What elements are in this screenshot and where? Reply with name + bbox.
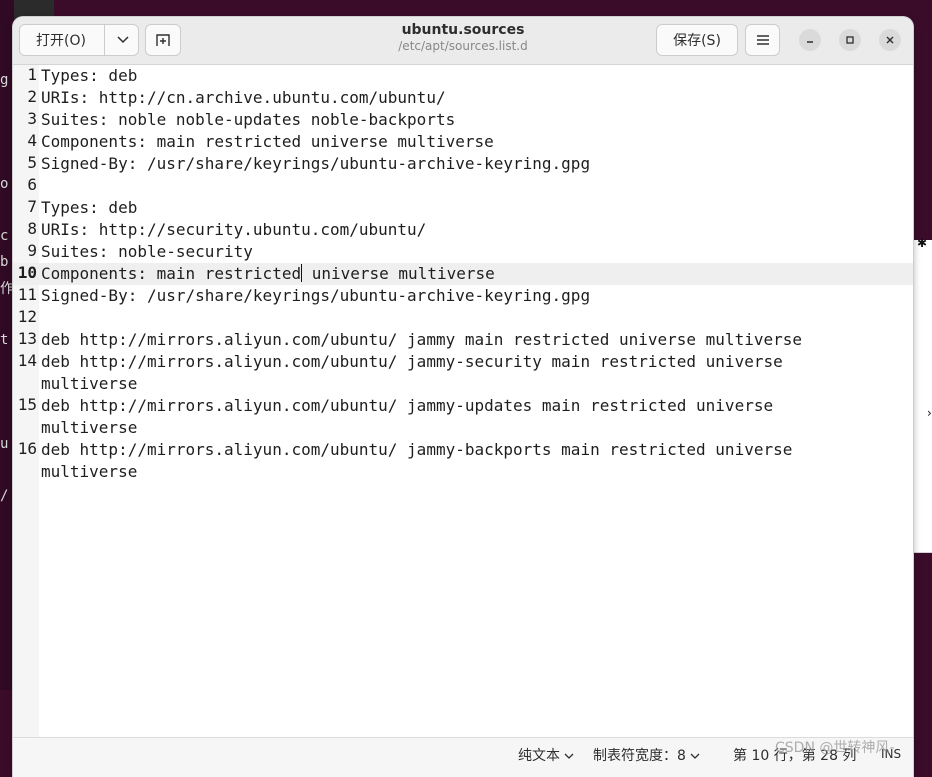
new-tab-button[interactable]	[145, 24, 181, 56]
text-editor-window: 打开(O) ubuntu.sources /etc/apt/sources.li…	[13, 17, 913, 777]
close-icon	[886, 36, 894, 44]
new-tab-icon	[156, 34, 170, 46]
editor-line[interactable]: 13 deb http://mirrors.aliyun.com/ubuntu/ …	[13, 329, 913, 351]
editor-line[interactable]: 7 Types: deb	[13, 197, 913, 219]
line-text[interactable]: Suites: noble noble-updates noble-backpo…	[41, 109, 861, 131]
terminal-fragment: u	[0, 436, 9, 452]
editor-line[interactable]: 14 deb http://mirrors.aliyun.com/ubuntu/ …	[13, 351, 913, 395]
editor-line[interactable]: 4 Components: main restricted universe mu…	[13, 131, 913, 153]
text-editor-area[interactable]: 1 Types: deb 2 URIs: http://cn.archive.ubun…	[13, 65, 913, 737]
editor-line[interactable]: 8 URIs: http://security.ubuntu.com/ubuntu…	[13, 219, 913, 241]
line-text[interactable]: URIs: http://cn.archive.ubuntu.com/ubunt…	[41, 87, 861, 109]
line-text[interactable]: deb http://mirrors.aliyun.com/ubuntu/ ja…	[41, 351, 861, 395]
line-number: 13	[17, 329, 37, 348]
document-lines[interactable]: 1 Types: deb 2 URIs: http://cn.archive.ubun…	[13, 65, 913, 483]
tab-width-selector[interactable]: 制表符宽度：8	[593, 745, 700, 765]
line-number: 7	[27, 197, 37, 216]
tab-width-label: 制表符宽度：8	[593, 748, 686, 764]
line-text[interactable]: Components: main restricted universe mul…	[41, 131, 861, 153]
document-title: ubuntu.sources	[401, 22, 525, 38]
editor-line[interactable]: 5 Signed-By: /usr/share/keyrings/ubuntu-a…	[13, 153, 913, 175]
maximize-button[interactable]	[839, 29, 861, 51]
minimize-icon	[807, 41, 813, 43]
language-label: 纯文本	[518, 748, 560, 764]
line-text[interactable]: Signed-By: /usr/share/keyrings/ubuntu-ar…	[41, 285, 861, 307]
window-title-block: ubuntu.sources /etc/apt/sources.list.d	[343, 21, 583, 54]
line-number: 14	[17, 351, 37, 370]
save-button[interactable]: 保存(S)	[656, 24, 738, 56]
terminal-fragment: 作	[0, 281, 14, 297]
chevron-down-icon	[564, 753, 574, 759]
hamburger-menu-icon	[756, 35, 769, 45]
editor-line[interactable]: 10 Components: main restricted universe m…	[13, 263, 913, 285]
line-number: 12	[17, 307, 37, 326]
line-number: 15	[17, 395, 37, 414]
line-number: 11	[17, 285, 37, 304]
line-number: 1	[27, 65, 37, 84]
headerbar: 打开(O) ubuntu.sources /etc/apt/sources.li…	[13, 17, 913, 65]
close-button[interactable]	[879, 29, 901, 51]
line-text[interactable]: URIs: http://security.ubuntu.com/ubuntu/	[41, 219, 861, 241]
line-text[interactable]: Types: deb	[41, 65, 861, 87]
line-number: 9	[27, 241, 37, 260]
line-number: 6	[27, 175, 37, 194]
editor-line[interactable]: 1 Types: deb	[13, 65, 913, 87]
line-text[interactable]: deb http://mirrors.aliyun.com/ubuntu/ ja…	[41, 395, 861, 439]
line-text[interactable]: ​	[41, 307, 861, 329]
terminal-fragment: c	[0, 228, 9, 244]
chevron-down-icon	[690, 753, 700, 759]
partial-glyph: ›	[927, 406, 932, 420]
editor-line[interactable]: 3 Suites: noble noble-updates noble-backp…	[13, 109, 913, 131]
line-number: 5	[27, 153, 37, 172]
line-text-after-cursor: universe multiverse	[302, 264, 495, 283]
line-number: 2	[27, 87, 37, 106]
line-text[interactable]: deb http://mirrors.aliyun.com/ubuntu/ ja…	[41, 439, 861, 483]
line-text[interactable]: ​	[41, 175, 861, 197]
open-recent-dropdown[interactable]	[105, 25, 140, 55]
open-button-group: 打开(O)	[19, 24, 139, 56]
terminal-fragment: /	[0, 488, 9, 504]
document-path: /etc/apt/sources.list.d	[398, 39, 528, 53]
editor-line[interactable]: 2 URIs: http://cn.archive.ubuntu.com/ubun…	[13, 87, 913, 109]
terminal-fragment: g	[0, 72, 9, 88]
line-text[interactable]: Suites: noble-security	[41, 241, 861, 263]
watermark: CSDN @世转神风-	[775, 740, 895, 756]
editor-line[interactable]: 6​	[13, 175, 913, 197]
editor-line[interactable]: 16 deb http://mirrors.aliyun.com/ubuntu/ …	[13, 439, 913, 483]
line-text-before-cursor: Components: main restricted	[41, 264, 302, 283]
editor-line[interactable]: 9 Suites: noble-security	[13, 241, 913, 263]
main-menu-button[interactable]	[745, 24, 780, 56]
line-text[interactable]: Components: main restricted universe mul…	[41, 263, 861, 285]
language-selector[interactable]: 纯文本	[518, 745, 574, 765]
maximize-icon	[846, 36, 854, 44]
line-number: 3	[27, 109, 37, 128]
line-text[interactable]: Types: deb	[41, 197, 861, 219]
line-number: 10	[17, 263, 37, 282]
chevron-down-icon	[116, 36, 129, 44]
background-terminal: g o c b 作 t u /	[0, 0, 14, 690]
terminal-fragment: t	[0, 332, 9, 348]
open-button[interactable]: 打开(O)	[20, 25, 102, 55]
line-text[interactable]: Signed-By: /usr/share/keyrings/ubuntu-ar…	[41, 153, 861, 175]
line-number: 4	[27, 131, 37, 150]
editor-line[interactable]: 11 Signed-By: /usr/share/keyrings/ubuntu-…	[13, 285, 913, 307]
terminal-fragment: b	[0, 254, 9, 270]
line-number: 16	[17, 439, 37, 458]
line-text[interactable]: deb http://mirrors.aliyun.com/ubuntu/ ja…	[41, 329, 861, 351]
line-number: 8	[27, 219, 37, 238]
terminal-fragment: o	[0, 176, 9, 192]
minimize-button[interactable]	[799, 29, 821, 51]
editor-line[interactable]: 15 deb http://mirrors.aliyun.com/ubuntu/ …	[13, 395, 913, 439]
partial-glyph: ✱	[917, 236, 928, 250]
editor-line[interactable]: 12​	[13, 307, 913, 329]
